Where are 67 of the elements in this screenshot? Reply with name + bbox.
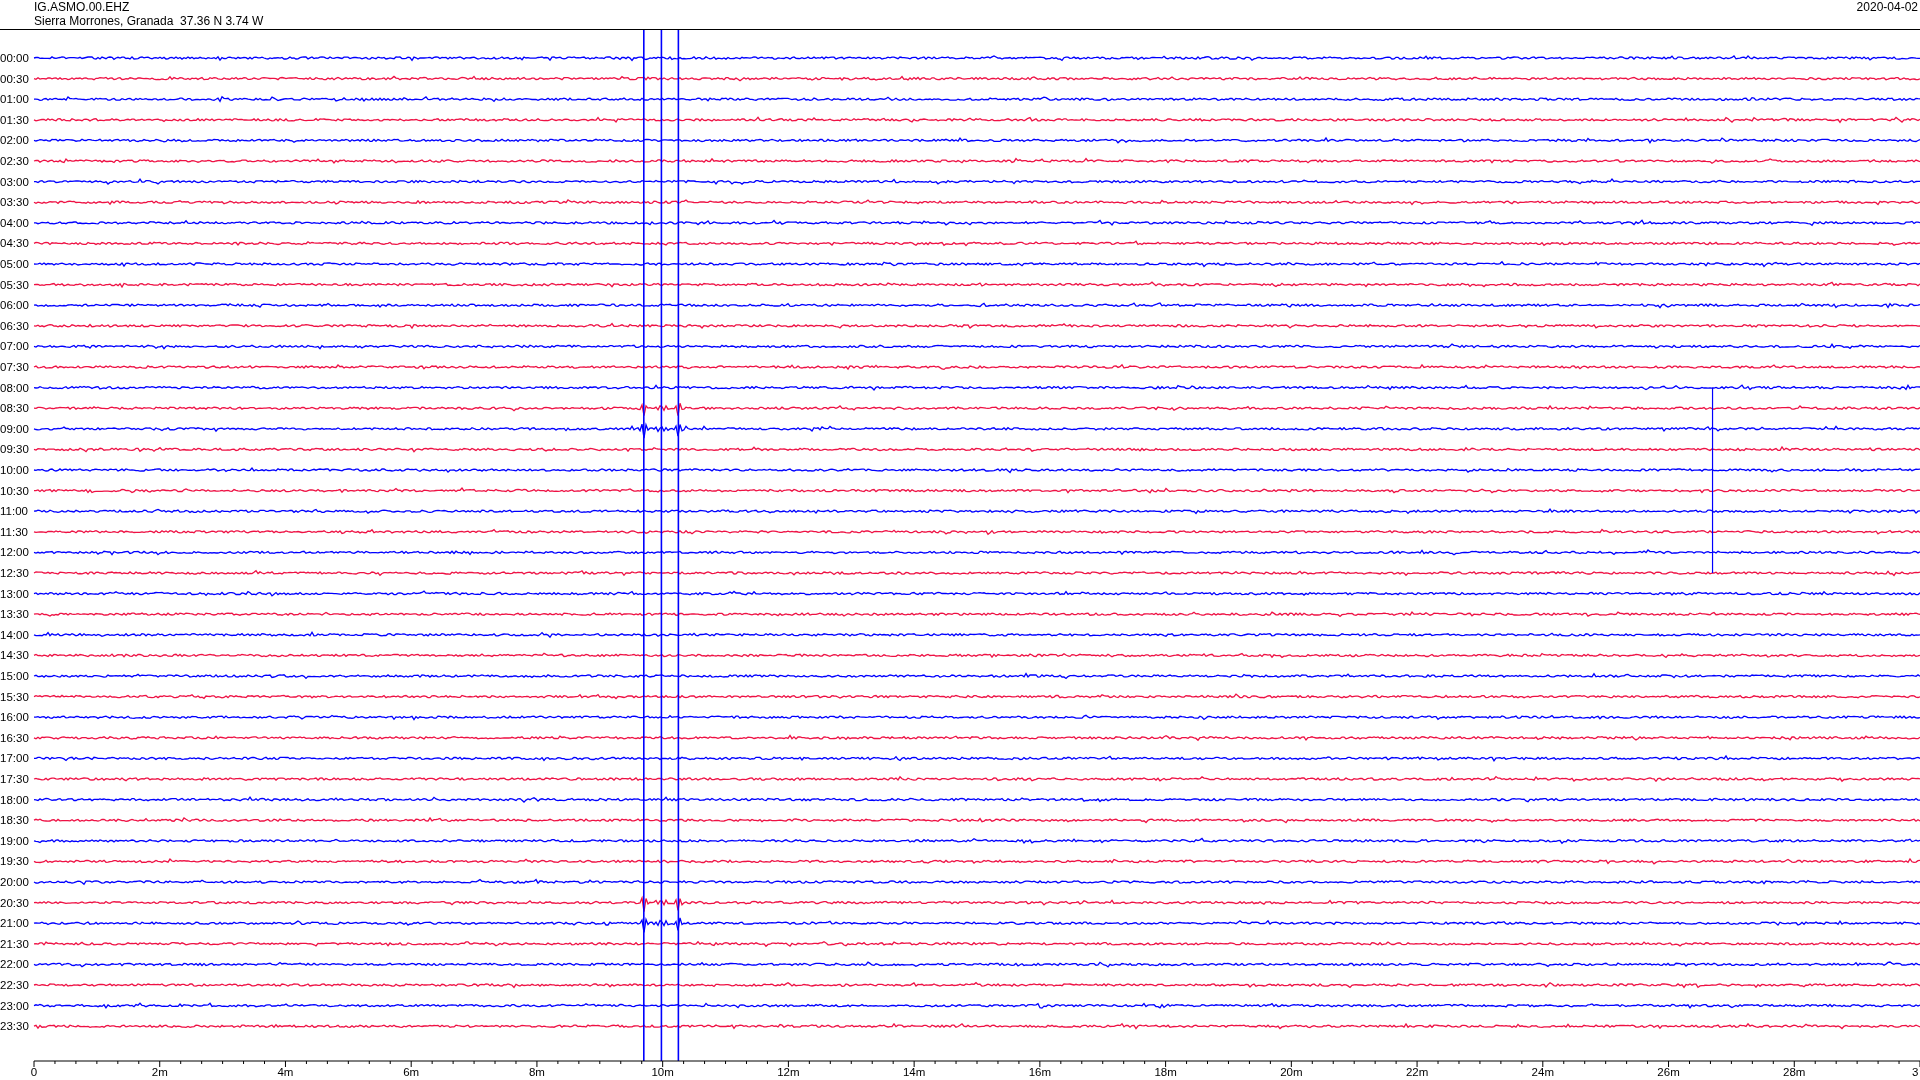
time-label: 20:00	[0, 876, 29, 888]
time-label: 18:00	[0, 793, 29, 806]
station-code: IG.ASMO.00.EHZ	[34, 0, 131, 14]
time-label: 03:30	[0, 196, 29, 209]
axis-tick-label: 10m	[651, 1066, 674, 1078]
axis-tick-label: 4m	[277, 1066, 294, 1078]
time-label: 09:00	[0, 422, 29, 435]
time-label: 04:00	[0, 216, 29, 229]
axis-tick-label: 12m	[777, 1066, 800, 1078]
time-label: 12:30	[0, 567, 29, 579]
time-label: 10:00	[0, 464, 29, 476]
axis-tick-label: 14m	[902, 1066, 926, 1078]
time-label: 22:00	[0, 958, 29, 971]
time-label: 11:00	[0, 505, 28, 518]
time-label: 02:00	[0, 134, 29, 147]
time-label: 11:30	[0, 525, 28, 538]
date-label: 2020-04-02	[1856, 0, 1919, 16]
time-label: 14:30	[0, 649, 29, 662]
time-label: 14:00	[0, 628, 29, 641]
time-label: 07:30	[0, 361, 29, 373]
time-label: 16:30	[0, 731, 29, 744]
axis-tick-label: 16m	[1028, 1066, 1052, 1078]
time-label: 23:00	[0, 999, 29, 1012]
time-label: 19:00	[0, 834, 29, 847]
time-label: 18:30	[0, 814, 29, 827]
time-label: 07:00	[0, 340, 29, 353]
time-label: 00:30	[0, 72, 29, 85]
time-label: 16:00	[0, 711, 29, 724]
time-label: 08:00	[0, 381, 29, 394]
time-label: 19:30	[0, 855, 29, 868]
time-label: 06:30	[0, 319, 29, 332]
time-label: 10:30	[0, 484, 29, 497]
time-label: 12:00	[0, 546, 29, 559]
time-label: 22:30	[0, 979, 29, 991]
axis-tick-label: 8m	[528, 1066, 545, 1078]
axis-tick-label: 22m	[1405, 1066, 1429, 1078]
axis-tick-label: 26m	[1657, 1066, 1680, 1078]
axis-tick-label: 18m	[1154, 1066, 1177, 1078]
time-label: 09:30	[0, 443, 29, 456]
station-location: Sierra Morrones, Granada 37.36 N 3.74 W	[34, 14, 264, 28]
time-label: 21:00	[0, 917, 29, 930]
time-label: 17:30	[0, 773, 29, 785]
time-label: 01:00	[0, 93, 29, 106]
axis-tick-label: 2m	[151, 1066, 168, 1078]
time-label: 02:30	[0, 155, 29, 167]
axis-tick-label: 0	[30, 1066, 38, 1078]
time-label: 23:30	[0, 1020, 29, 1033]
time-label: 04:30	[0, 237, 29, 250]
time-label: 05:00	[0, 258, 29, 270]
time-label: 13:00	[0, 587, 29, 600]
time-label: 17:00	[0, 752, 29, 765]
time-label: 08:30	[0, 402, 29, 415]
time-label: 05:30	[0, 278, 29, 291]
axis-tick-label: 20m	[1280, 1066, 1303, 1078]
axis-tick-label: 24m	[1531, 1066, 1554, 1078]
time-label: 15:30	[0, 690, 29, 703]
time-label: 01:30	[0, 113, 29, 126]
time-label: 21:30	[0, 937, 29, 950]
axis-tick-label: 6m	[403, 1066, 420, 1078]
time-label: 00:00	[0, 52, 29, 64]
time-label: 03:00	[0, 175, 29, 188]
time-label: 20:30	[0, 896, 29, 909]
axis-tick-label: 28m	[1783, 1066, 1806, 1078]
time-label: 15:00	[0, 670, 29, 682]
axis-tick-label: 3	[1912, 1066, 1919, 1078]
time-label: 06:00	[0, 299, 29, 312]
time-label: 13:30	[0, 608, 29, 621]
